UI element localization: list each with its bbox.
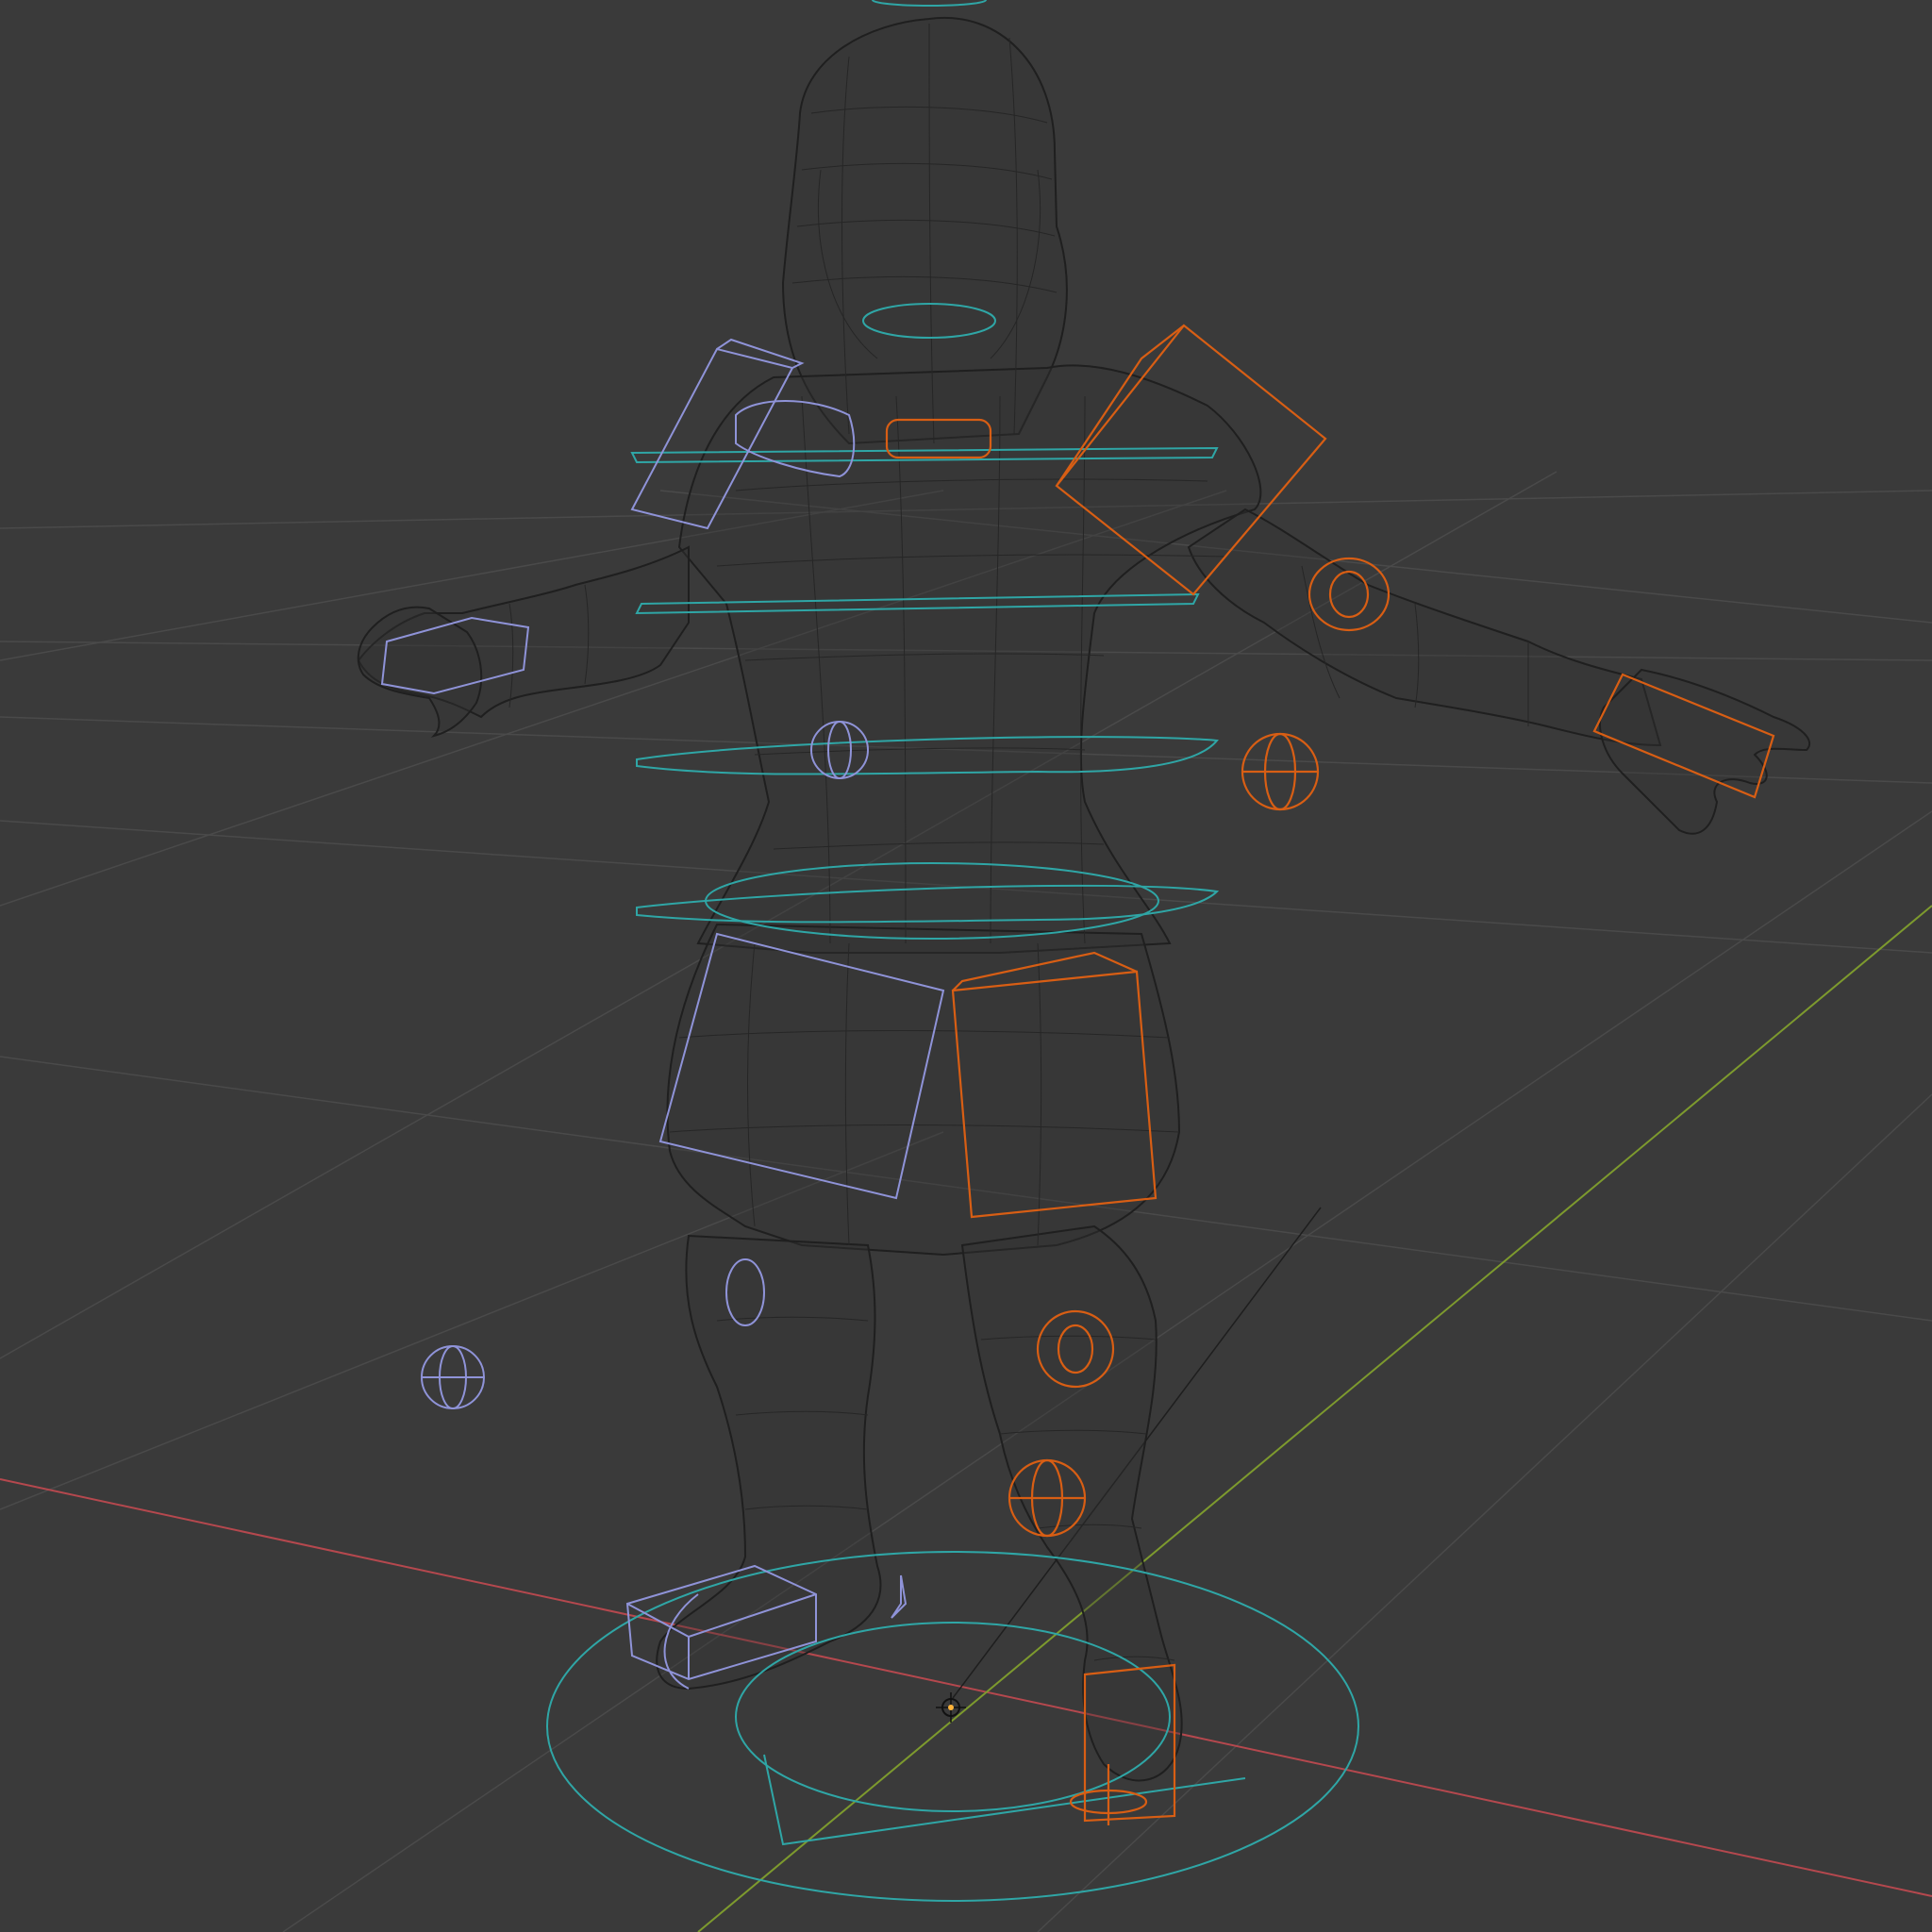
3d-viewport[interactable]	[0, 0, 1932, 1932]
viewport-canvas[interactable]	[0, 0, 1932, 1932]
skirt	[666, 923, 1181, 1257]
